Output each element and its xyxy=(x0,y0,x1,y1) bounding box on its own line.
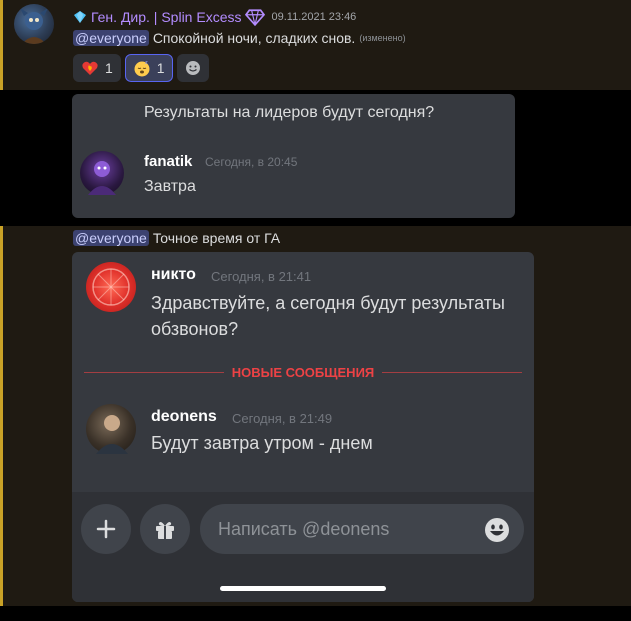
message-text: Точное время от ГА xyxy=(152,230,281,246)
new-messages-divider: НОВЫЕ СООБЩЕНИЯ xyxy=(84,364,522,380)
reaction-count: 1 xyxy=(156,60,165,76)
reactions-row: 1 z 1 xyxy=(73,54,209,82)
reaction-count: 1 xyxy=(105,60,113,76)
fire-heart-icon xyxy=(82,61,98,75)
message-header: Ген. Дир. | Splin Excess 09.11.2021 23:4… xyxy=(73,8,356,26)
avatar xyxy=(86,404,136,454)
svg-text:z: z xyxy=(145,60,148,66)
avatar[interactable] xyxy=(14,4,54,44)
author-name: никто xyxy=(151,266,196,283)
edited-label: (изменено) xyxy=(359,33,406,43)
message-input[interactable] xyxy=(200,504,524,554)
new-messages-label: НОВЫЕ СООБЩЕНИЯ xyxy=(231,364,375,380)
avatar xyxy=(80,151,124,195)
quoted-question: Результаты на лидеров будут сегодня? xyxy=(144,104,435,121)
message-text: Спокойной ночи, сладких снов. xyxy=(152,30,356,46)
author-name: fanatik xyxy=(144,153,193,170)
gift-icon xyxy=(156,522,174,539)
author-name: deonens xyxy=(151,408,217,425)
message-text: Здравствуйте, а сегодня будут результаты… xyxy=(151,293,505,339)
message-timestamp: Сегодня, в 21:49 xyxy=(232,411,333,426)
everyone-mention[interactable]: @everyone xyxy=(73,230,149,246)
message-composer xyxy=(72,492,534,602)
reaction-fire-heart[interactable]: 1 xyxy=(73,54,121,82)
message-text: Завтра xyxy=(144,178,196,195)
add-reaction-button[interactable] xyxy=(176,54,209,82)
diamond-icon xyxy=(74,11,86,23)
gem-badge-icon xyxy=(245,9,266,26)
add-reaction-icon xyxy=(185,61,200,75)
gift-button[interactable] xyxy=(140,504,190,554)
author-name[interactable]: Ген. Дир. | Splin Excess xyxy=(91,9,241,25)
message-timestamp: Сегодня, в 21:41 xyxy=(211,269,312,284)
everyone-mention[interactable]: @everyone xyxy=(73,30,149,46)
message-text: Будут завтра утром - днем xyxy=(151,433,373,453)
avatar xyxy=(86,262,136,312)
reply-screenshot: Результаты на лидеров будут сегодня? fan… xyxy=(72,94,515,218)
sleeping-face-icon: z xyxy=(134,60,150,77)
plus-icon xyxy=(96,519,116,539)
chat-screenshot[interactable]: никто Сегодня, в 21:41 Здравствуйте, а с… xyxy=(72,252,534,602)
message-timestamp: 09.11.2021 23:46 xyxy=(271,11,357,23)
reaction-sleeping-face[interactable]: z 1 xyxy=(124,54,173,82)
message-timestamp: Сегодня, в 20:45 xyxy=(205,155,298,169)
message-content: @everyone Точное время от ГА xyxy=(73,230,280,246)
attach-button[interactable] xyxy=(81,504,131,554)
home-indicator[interactable] xyxy=(220,586,386,591)
bottom-strip xyxy=(0,606,631,621)
emoji-icon[interactable] xyxy=(484,517,510,543)
message-content: @everyone Спокойной ночи, сладких снов. … xyxy=(73,30,406,46)
